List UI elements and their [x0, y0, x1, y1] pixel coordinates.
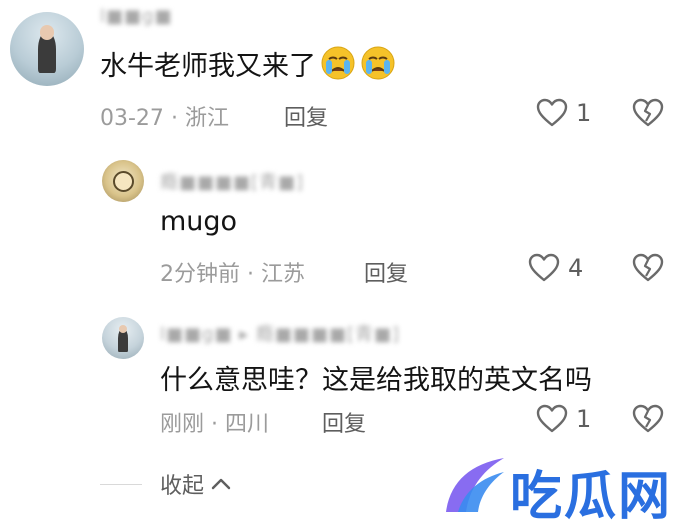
- avatar-face: [112, 170, 134, 192]
- comment-date: 2分钟前: [160, 262, 240, 287]
- dislike-button[interactable]: [632, 98, 664, 132]
- meta-separator: ·: [211, 412, 219, 437]
- comment-meta: 03-27 · 浙江: [100, 100, 229, 132]
- reply-button[interactable]: 回复: [322, 406, 366, 438]
- avatar[interactable]: [102, 317, 144, 359]
- avatar[interactable]: [10, 12, 84, 86]
- crying-emoji-icon: [361, 46, 395, 80]
- username[interactable]: l■■g■: [100, 6, 172, 27]
- comment-location: 江苏: [261, 262, 306, 287]
- collapse-label: 收起: [160, 474, 205, 499]
- avatar[interactable]: [102, 160, 144, 202]
- comment-text: 水牛老师我又来了: [100, 44, 396, 83]
- comment-meta: 2分钟前 · 江苏: [160, 256, 305, 288]
- meta-separator: ·: [247, 262, 254, 287]
- reply-button[interactable]: 回复: [284, 100, 328, 132]
- comment-text: mugo: [160, 206, 238, 237]
- dislike-button[interactable]: [632, 404, 664, 438]
- chevron-up-icon: [211, 478, 231, 490]
- comment-date: 刚刚: [160, 412, 205, 437]
- reply-button[interactable]: 回复: [364, 256, 408, 288]
- broken-heart-icon: [632, 404, 664, 433]
- like-button[interactable]: 4: [528, 253, 583, 283]
- comment-meta: 刚刚 · 四川: [160, 406, 269, 438]
- username[interactable]: l■■g■ ▸ 瘾■■■■[青■]: [160, 320, 400, 346]
- meta-separator: ·: [170, 106, 178, 131]
- comment-location: 浙江: [184, 106, 229, 131]
- like-count: 1: [576, 99, 592, 127]
- comment-location: 四川: [225, 412, 270, 437]
- divider: [100, 484, 142, 485]
- heart-outline-icon: [528, 253, 560, 282]
- broken-heart-icon: [632, 253, 664, 282]
- dislike-button[interactable]: [632, 253, 664, 287]
- watermark-text: 吃瓜网: [510, 467, 673, 527]
- comment-date: 03-27: [100, 106, 164, 131]
- crying-emoji-icon: [321, 46, 355, 80]
- comment-text: 什么意思哇？这是给我取的英文名吗: [160, 365, 592, 396]
- like-count: 1: [576, 405, 592, 433]
- watermark: 吃瓜网: [440, 452, 680, 527]
- broken-heart-icon: [632, 98, 664, 127]
- comment-text-body: 水牛老师我又来了: [100, 51, 316, 82]
- like-count: 4: [568, 254, 584, 282]
- like-button[interactable]: 1: [536, 404, 591, 434]
- username[interactable]: 瘾■■■■[青■]: [160, 168, 304, 194]
- like-button[interactable]: 1: [536, 98, 591, 128]
- heart-outline-icon: [536, 404, 568, 433]
- avatar-head: [118, 324, 128, 333]
- heart-outline-icon: [536, 98, 568, 127]
- watermark-logo-icon: [446, 458, 504, 512]
- collapse-replies-button[interactable]: 收起: [160, 468, 232, 500]
